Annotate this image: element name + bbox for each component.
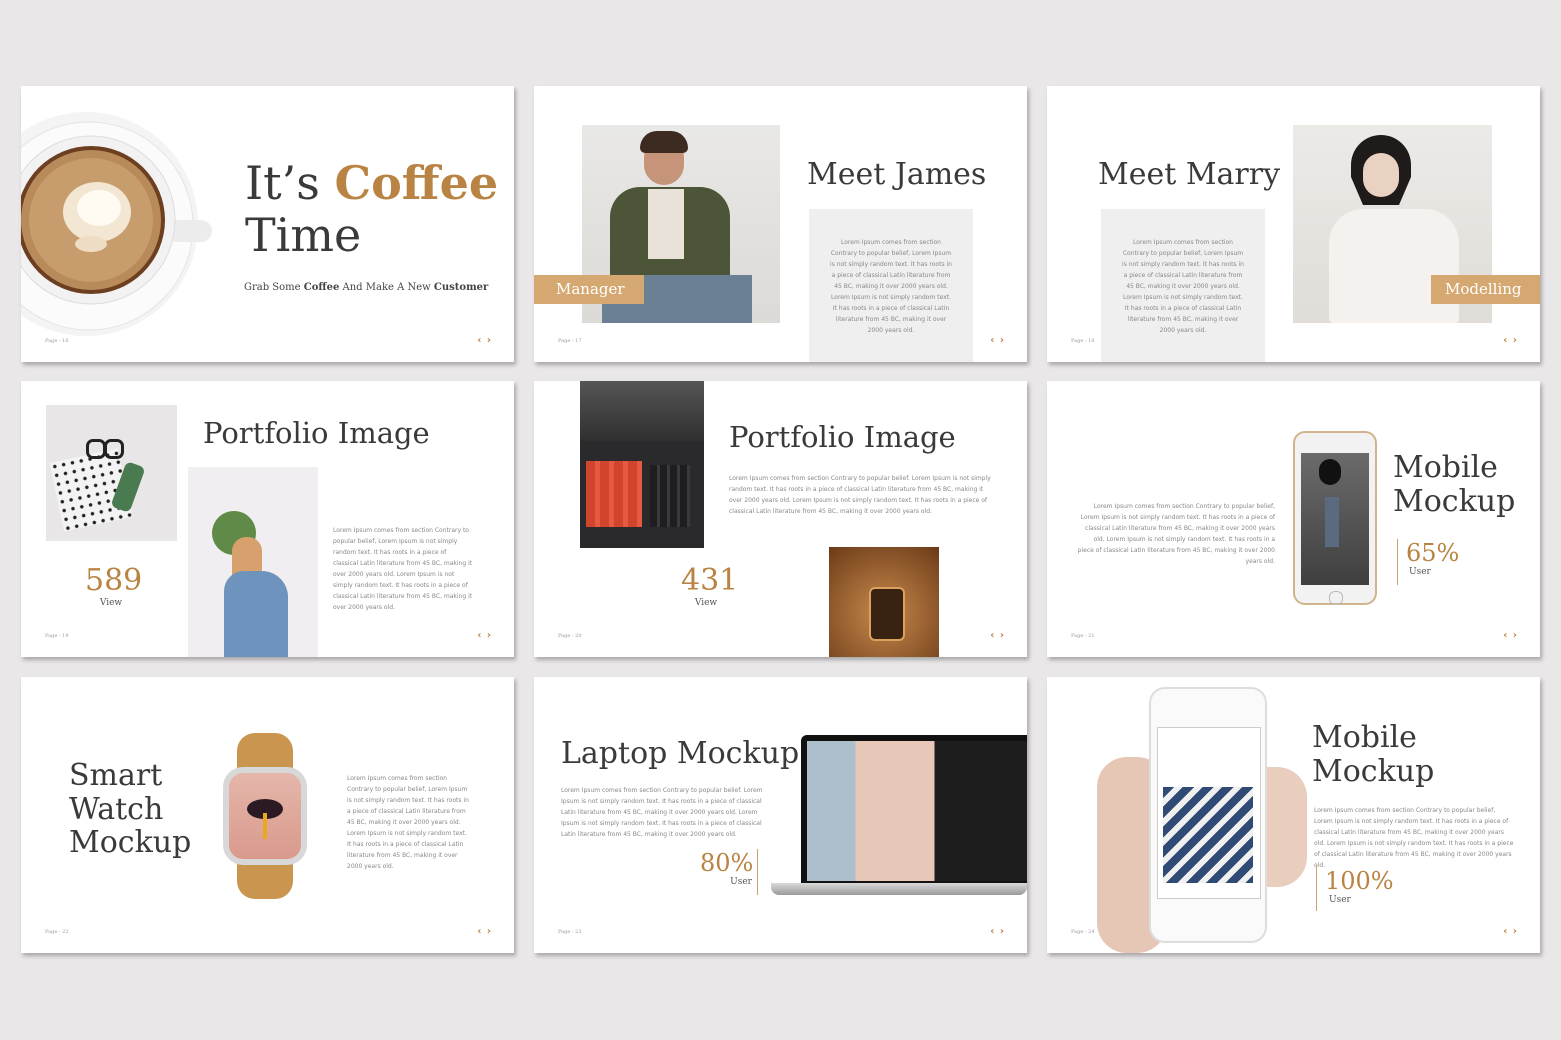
slide-title: Portfolio Image — [729, 420, 956, 454]
nav-arrows-icon[interactable]: ‹ › — [477, 335, 492, 346]
stat-block: 589 View — [85, 563, 143, 608]
slide-laptop-mockup[interactable]: Laptop Mockup Lorem Ipsum comes from sec… — [534, 677, 1027, 953]
percent-value: 65% — [1406, 539, 1460, 567]
page-number: Page - 22 — [45, 929, 69, 935]
coffee-cup-image — [21, 108, 221, 340]
text-box: Lorem Ipsum comes from section Contrary … — [1101, 209, 1265, 362]
nav-arrows-icon[interactable]: ‹ › — [990, 335, 1005, 346]
slide-title: Mobile Mockup — [1393, 450, 1516, 519]
nav-arrows-icon[interactable]: ‹ › — [1503, 926, 1518, 937]
percent-block: 100% User — [1325, 867, 1394, 905]
body-text: Lorem Ipsum comes from section Contrary … — [1077, 503, 1275, 565]
slide-portfolio-image-1[interactable]: Portfolio Image Lorem Ipsum comes from s… — [21, 381, 514, 657]
page-number: Page - 16 — [45, 338, 69, 344]
slide-portfolio-image-2[interactable]: Portfolio Image Lorem Ipsum comes from s… — [534, 381, 1027, 657]
percent-value: 80% — [700, 849, 754, 877]
stat-value: 431 — [681, 563, 739, 598]
nav-arrows-icon[interactable]: ‹ › — [477, 630, 492, 641]
slide-title: It’s Coffee Time — [245, 156, 499, 262]
body-text: Lorem Ipsum comes from section Contrary … — [1314, 807, 1514, 869]
slide-smart-watch-mockup[interactable]: Smart Watch Mockup Lorem Ipsum comes from … — [21, 677, 514, 953]
slide-title: Laptop Mockup — [561, 736, 800, 771]
page-number: Page - 17 — [558, 338, 582, 344]
nav-arrows-icon[interactable]: ‹ › — [990, 926, 1005, 937]
body-text: Lorem Ipsum comes from section Contrary … — [1122, 239, 1244, 334]
phone-mockup — [1293, 431, 1377, 605]
slide-title: Meet James — [807, 157, 987, 192]
page-number: Page - 23 — [558, 929, 582, 935]
slide-title: Portfolio Image — [203, 416, 430, 450]
role-tag: Modelling — [1431, 275, 1540, 304]
slide-mobile-mockup-2[interactable]: Mobile Mockup Lorem Ipsum comes from sect… — [1047, 677, 1540, 953]
slide-subtitle: Grab Some Coffee And Make A New Customer — [244, 282, 489, 293]
body-text: Lorem Ipsum comes from section Contrary … — [333, 527, 473, 611]
page-number: Page - 20 — [558, 633, 582, 639]
laptop-mockup — [771, 735, 1027, 903]
page-number: Page - 24 — [1071, 929, 1095, 935]
page-number: Page - 21 — [1071, 633, 1095, 639]
role-tag: Manager — [534, 275, 644, 304]
percent-value: 100% — [1325, 867, 1394, 895]
nav-arrows-icon[interactable]: ‹ › — [990, 630, 1005, 641]
slide-coffee-time[interactable]: It’s Coffee Time Grab Some Coffee And Ma… — [21, 86, 514, 362]
stat-block: 431 View — [681, 563, 739, 608]
slide-title: Smart Watch Mockup — [69, 758, 192, 861]
perfume-photo — [829, 547, 939, 657]
slide-title: Meet Marry — [1098, 157, 1281, 192]
stat-label: View — [99, 598, 123, 608]
flatlay-photo — [46, 405, 177, 541]
stat-value: 589 — [85, 563, 143, 598]
nav-arrows-icon[interactable]: ‹ › — [1503, 335, 1518, 346]
body-text: Lorem Ipsum comes from section Contrary … — [729, 475, 991, 515]
body-text: Lorem Ipsum comes from section Contrary … — [830, 239, 952, 334]
percent-block: 80% User — [700, 849, 754, 887]
nav-arrows-icon[interactable]: ‹ › — [1503, 630, 1518, 641]
body-text: Lorem Ipsum comes from section Contrary … — [561, 787, 763, 838]
percent-block: 65% User — [1406, 539, 1459, 577]
smart-watch-mockup — [217, 733, 313, 899]
slide-mobile-mockup-1[interactable]: Lorem Ipsum comes from section Contrary … — [1047, 381, 1540, 657]
slide-meet-marry[interactable]: Meet Marry Lorem Ipsum comes from sectio… — [1047, 86, 1540, 362]
page-number: Page - 18 — [1071, 338, 1095, 344]
page-number: Page - 19 — [45, 633, 69, 639]
slide-title: Mobile Mockup — [1312, 720, 1435, 789]
slide-meet-james[interactable]: Manager Meet James Lorem Ipsum comes fro… — [534, 86, 1027, 362]
woman-flowers-photo — [188, 467, 318, 657]
percent-label: User — [1329, 895, 1351, 905]
nav-arrows-icon[interactable]: ‹ › — [477, 926, 492, 937]
stat-label: View — [694, 598, 718, 608]
percent-label: User — [1409, 567, 1431, 577]
text-box: Lorem Ipsum comes from section Contrary … — [809, 209, 973, 362]
clothing-store-photo — [580, 381, 704, 548]
body-text: Lorem Ipsum comes from section Contrary … — [347, 775, 469, 870]
hand-phone-mockup — [1087, 687, 1327, 953]
percent-label: User — [730, 877, 752, 887]
